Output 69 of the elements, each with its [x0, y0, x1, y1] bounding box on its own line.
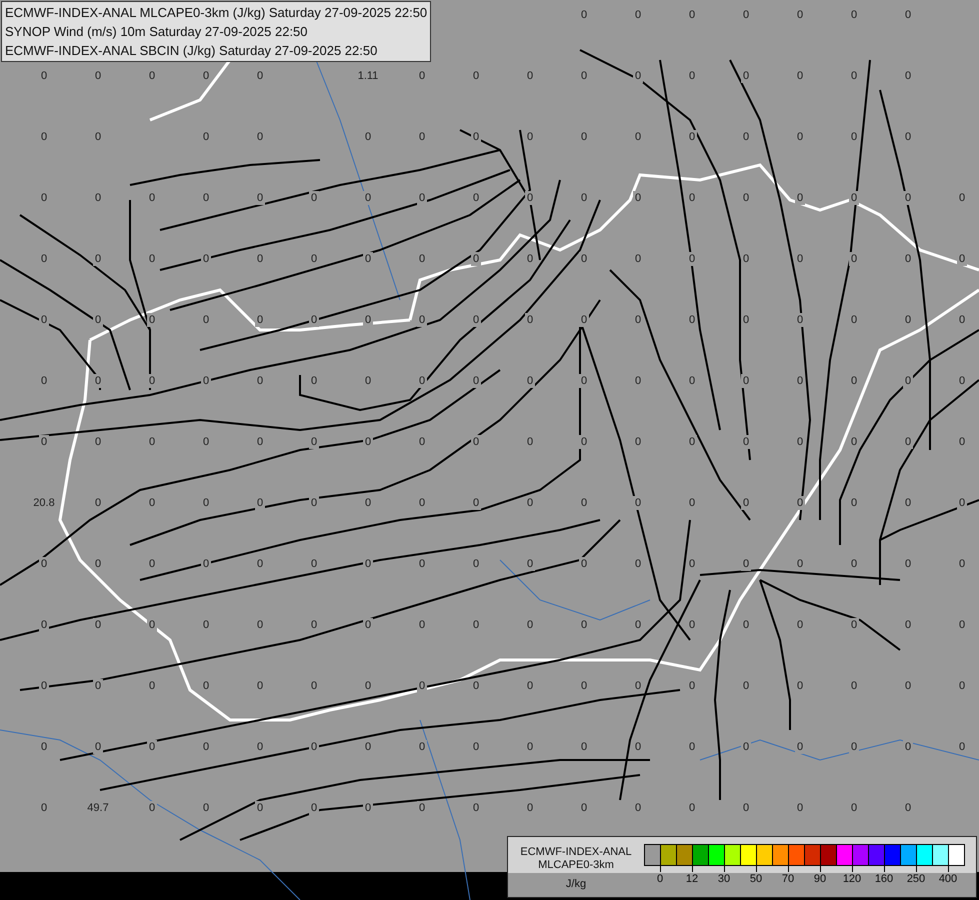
legend-unit: J/kg: [566, 878, 586, 891]
legend-title: MLCAPE0-3km: [538, 859, 614, 872]
legend-tick-label: 30: [718, 866, 730, 885]
legend-tick-label: 70: [782, 866, 794, 885]
legend-tick-label: 400: [938, 866, 958, 885]
map-value: 0: [578, 313, 590, 327]
map-value: 0: [470, 252, 482, 266]
map-value: 0: [794, 313, 806, 327]
map-value: 0: [902, 191, 914, 205]
map-value: 0: [362, 191, 374, 205]
map-value: 0: [416, 374, 428, 388]
map-value: 0: [92, 252, 104, 266]
map-value: 0: [578, 374, 590, 388]
layer-title: ECMWF-INDEX-ANAL MLCAPE0-3km (J/kg) Saturday 27-09-2025 22:50: [5, 4, 428, 22]
map-value: 0: [38, 313, 50, 327]
map-value: 0: [416, 313, 428, 327]
legend-tick-label: 0: [656, 866, 664, 885]
map-value: 0: [956, 252, 968, 266]
map-value: 0: [794, 496, 806, 510]
legend-tick-label: 90: [814, 866, 826, 885]
map-value: 0: [308, 435, 320, 449]
map-value: 0: [740, 374, 752, 388]
map-value: 0: [362, 313, 374, 327]
legend-tick-label: 250: [906, 866, 926, 885]
map-value: 0: [848, 740, 860, 754]
legend-tick-label: 50: [750, 866, 762, 885]
map-value: 0: [524, 191, 536, 205]
map-value: 0: [254, 191, 266, 205]
map-value: 0: [740, 69, 752, 83]
map-value: 0: [686, 252, 698, 266]
map-value: 0: [956, 496, 968, 510]
map-value: 0: [470, 130, 482, 144]
map-value: 0: [308, 313, 320, 327]
layer-title: SYNOP Wind (m/s) 10m Saturday 27-09-2025 22:50: [5, 23, 309, 41]
legend-tick-label: 160: [874, 866, 894, 885]
map-value: 0: [902, 374, 914, 388]
map-value: 0: [470, 313, 482, 327]
map-value: 0: [92, 374, 104, 388]
map-value: 0: [740, 435, 752, 449]
map-value: 0: [632, 69, 644, 83]
map-value: 0: [902, 435, 914, 449]
map-value: 0: [848, 252, 860, 266]
map-value: 0: [92, 313, 104, 327]
map-value: 0: [146, 618, 158, 632]
map-value: 0: [146, 313, 158, 327]
map-value: 0: [470, 496, 482, 510]
map-value: 0: [632, 496, 644, 510]
layer-title: ECMWF-INDEX-ANAL SBCIN (J/kg) Saturday 27-09-2025 22:50: [5, 42, 378, 60]
map-value: 0: [578, 435, 590, 449]
map-value: 0: [794, 740, 806, 754]
legend-tick-label: 120: [842, 866, 862, 885]
map-value: 0: [740, 496, 752, 510]
map-value: 0: [416, 191, 428, 205]
map-value: 0: [524, 374, 536, 388]
map-value: 0: [524, 557, 536, 571]
legend-tick-label: 12: [686, 866, 698, 885]
map-value: 0: [308, 801, 320, 815]
map-value: 0: [92, 740, 104, 754]
map-value: 0: [956, 740, 968, 754]
map-value: 0: [470, 374, 482, 388]
map-value: 0: [254, 313, 266, 327]
legend-title: ECMWF-INDEX-ANAL: [520, 846, 632, 859]
map-value: 0: [848, 191, 860, 205]
map-value: 0: [254, 496, 266, 510]
map-value: 0: [416, 679, 428, 693]
map-value: 0: [794, 191, 806, 205]
map-value: 0: [740, 557, 752, 571]
map-value: 0: [146, 374, 158, 388]
map-value: 0: [38, 618, 50, 632]
